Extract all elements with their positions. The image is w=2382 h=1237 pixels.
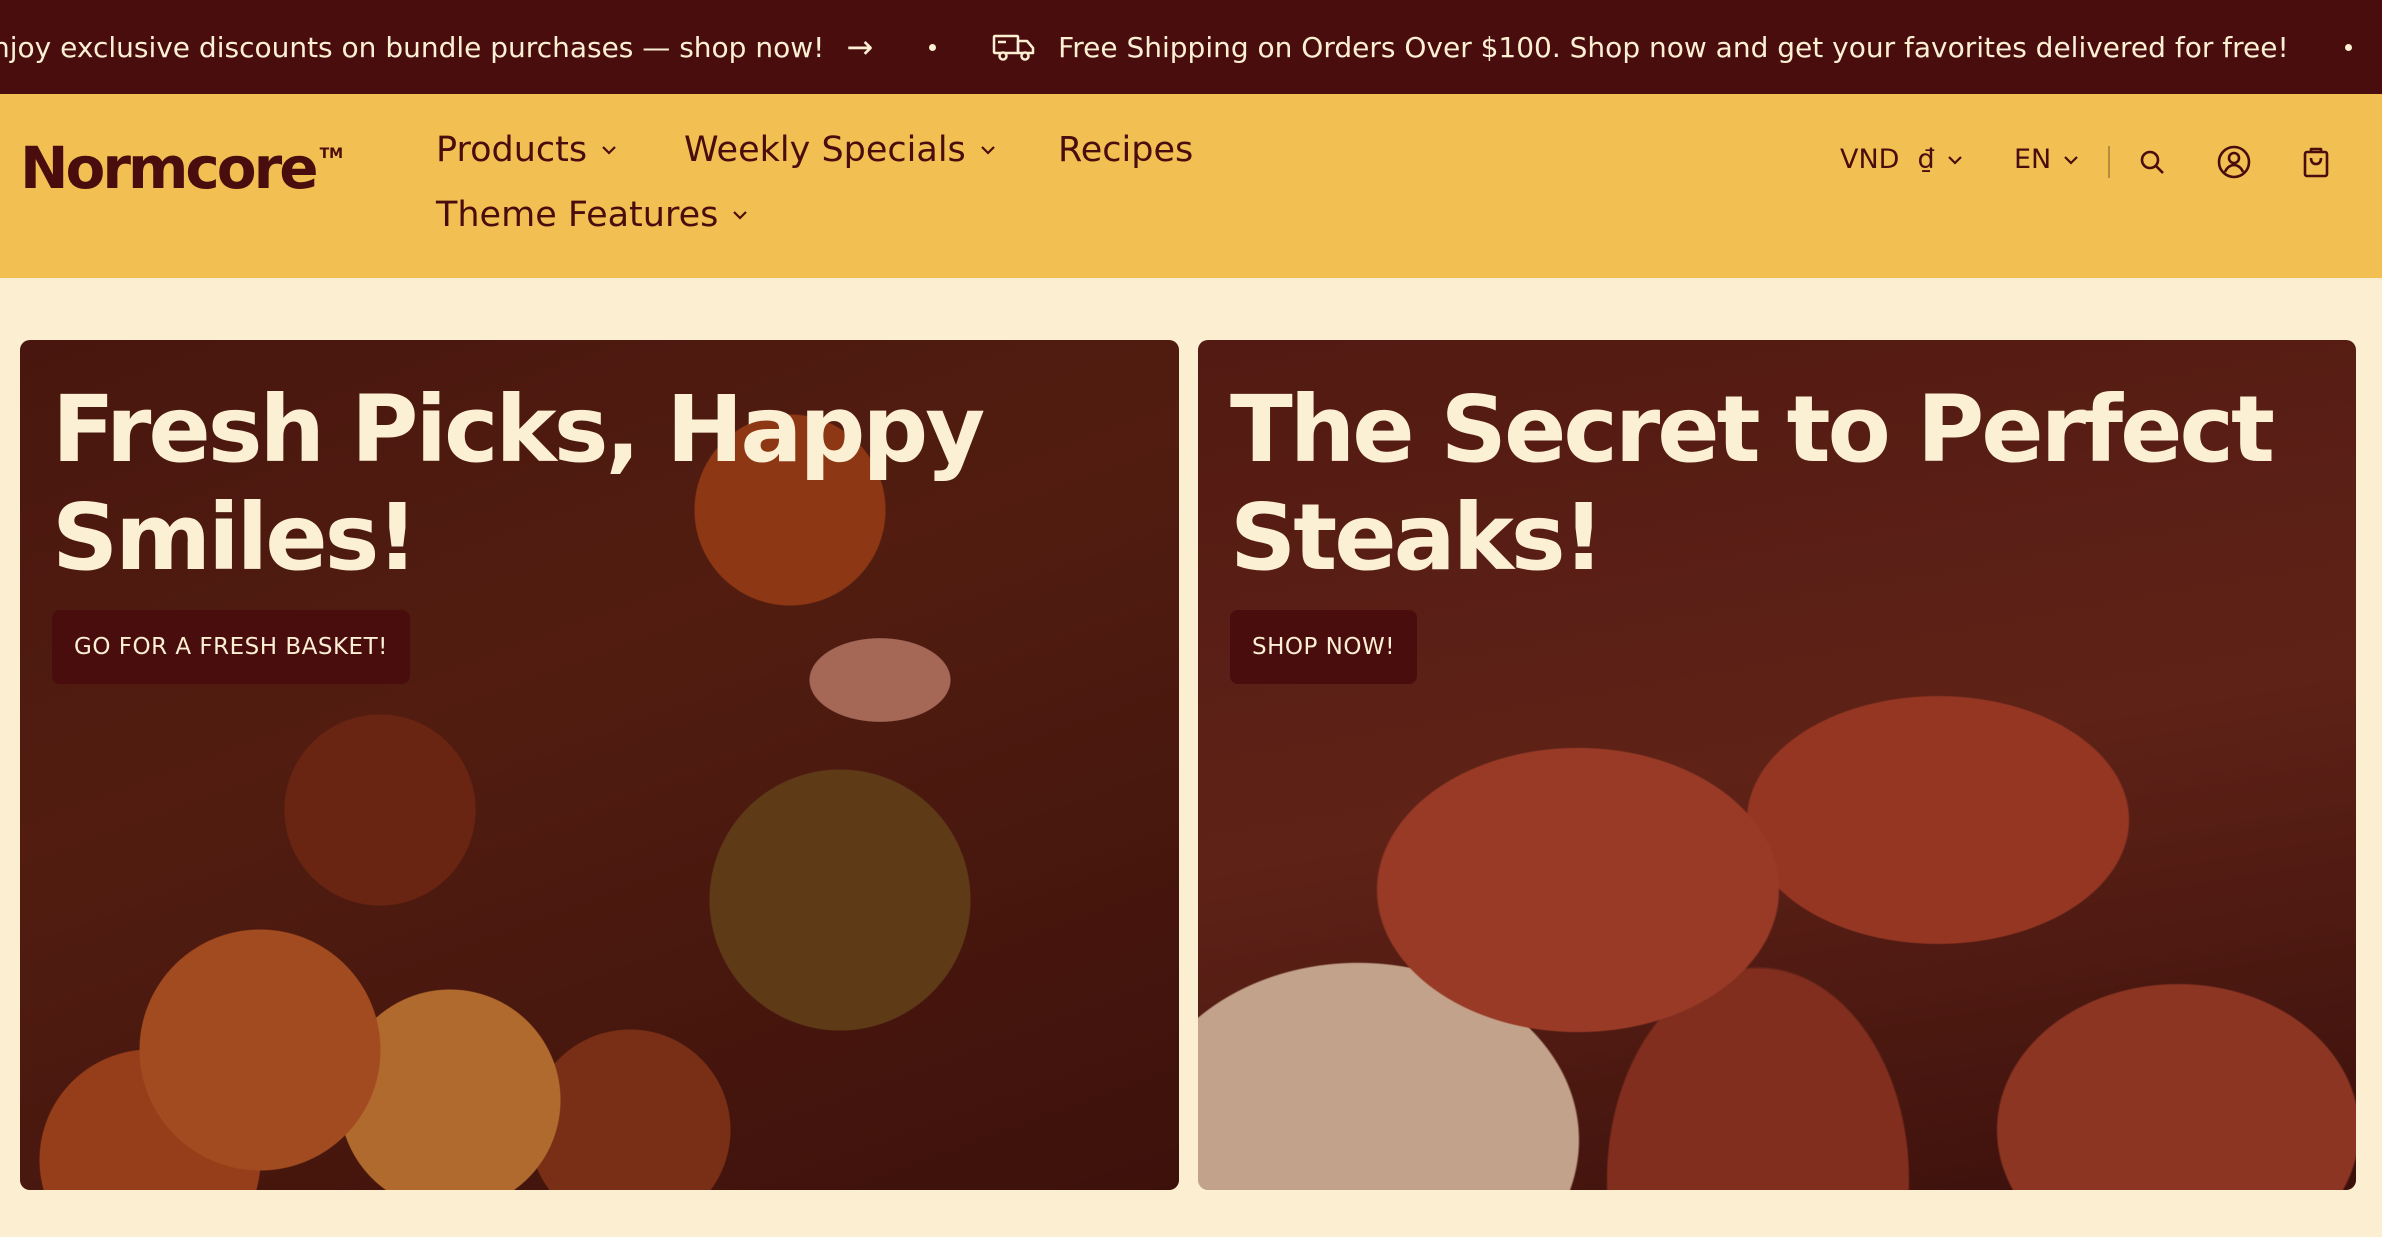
truck-icon: [992, 32, 1036, 62]
currency-code: VND: [1840, 144, 1900, 175]
site-header: Normcore TM Products Weekly Specials Reci…: [0, 94, 2382, 278]
currency-selector[interactable]: VND ₫: [1840, 144, 1963, 175]
shop-now-button[interactable]: SHOP NOW!: [1230, 610, 1417, 684]
chevron-down-icon: [732, 210, 748, 220]
separator-dot: [929, 43, 937, 51]
announcement-text: Free Shipping on Orders Over $100. Shop …: [1058, 30, 2289, 64]
currency-symbol: ₫: [1917, 144, 1935, 175]
hero-title: The Secret to Perfect Steaks!: [1230, 376, 2275, 592]
hero-title-line: Smiles!: [52, 484, 418, 591]
announcement-bar: njoy exclusive discounts on bundle purch…: [0, 0, 2382, 94]
nav-label: Weekly Specials: [684, 130, 966, 170]
hero-title: Fresh Picks, Happy Smiles!: [52, 376, 985, 592]
hero-card-fresh[interactable]: Fresh Picks, Happy Smiles! GO FOR A FRES…: [20, 340, 1179, 1190]
arrow-right-icon: →: [846, 28, 874, 66]
hero-title-line: Steaks!: [1230, 484, 1605, 591]
announcement-text: njoy exclusive discounts on bundle purch…: [0, 30, 825, 64]
trademark-mark: TM: [319, 146, 344, 162]
chevron-down-icon: [601, 145, 617, 155]
cart-icon[interactable]: [2298, 142, 2334, 182]
nav-weekly-specials[interactable]: Weekly Specials: [684, 130, 996, 170]
logo[interactable]: Normcore TM: [20, 134, 343, 202]
header-divider: [2108, 146, 2110, 178]
separator-dot: [2344, 43, 2352, 51]
nav-label: Theme Features: [436, 195, 719, 235]
nav-products[interactable]: Products: [436, 130, 617, 170]
language-code: EN: [2014, 144, 2052, 175]
announcement-item: Free Shipping on Orders Over $100. Shop …: [992, 31, 2289, 64]
chevron-down-icon: [2063, 155, 2079, 165]
announcement-item[interactable]: njoy exclusive discounts on bundle purch…: [0, 28, 873, 66]
chevron-down-icon: [1947, 155, 1963, 165]
nav-recipes[interactable]: Recipes: [1058, 130, 1193, 170]
chevron-down-icon: [980, 145, 996, 155]
nav-theme-features[interactable]: Theme Features: [436, 195, 748, 235]
nav-label: Recipes: [1058, 130, 1194, 170]
hero-title-line: Fresh Picks, Happy: [52, 376, 985, 483]
announcement-track: njoy exclusive discounts on bundle purch…: [0, 0, 2382, 94]
hero-title-line: The Secret to Perfect: [1230, 376, 2275, 483]
logo-text: Normcore: [20, 134, 319, 202]
fresh-basket-button[interactable]: GO FOR A FRESH BASKET!: [52, 610, 410, 684]
account-icon[interactable]: [2214, 142, 2254, 182]
nav-label: Products: [436, 130, 588, 170]
language-selector[interactable]: EN: [2014, 144, 2079, 175]
hero-card-steaks[interactable]: The Secret to Perfect Steaks! SHOP NOW!: [1198, 340, 2356, 1190]
search-icon[interactable]: [2134, 144, 2170, 180]
